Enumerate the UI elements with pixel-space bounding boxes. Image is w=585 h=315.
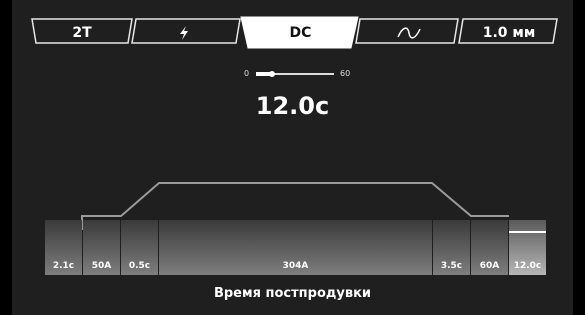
tab-dc-label: DC	[289, 25, 312, 41]
segment-prepurge[interactable]: 2.1с	[45, 220, 82, 275]
segment-downslope[interactable]: 3.5с	[433, 220, 470, 275]
tab-2t-label: 2T	[72, 25, 92, 41]
segment-postpurge[interactable]: 12.0с	[509, 220, 546, 275]
segment-end-current[interactable]: 60A	[471, 220, 508, 275]
lightning-icon	[180, 26, 188, 40]
current-value: 12.0с	[255, 92, 330, 120]
slider-knob[interactable]	[269, 71, 275, 77]
slider-track	[256, 71, 334, 77]
parameter-name: Время постпродувки	[213, 286, 372, 301]
value-slider[interactable]: 0 60	[244, 68, 364, 82]
sine-wave-icon	[397, 27, 421, 39]
segment-start-current[interactable]: 50A	[83, 220, 120, 275]
segment-weld-current[interactable]: 304A	[159, 220, 432, 275]
postpurge-level-mark	[509, 231, 546, 233]
segment-upslope[interactable]: 0.5с	[121, 220, 158, 275]
welding-screen: 2T DC 1.0 мм 0 60 12.0с 2.1с 50A 0.5с 30…	[12, 0, 573, 315]
slider-max-label: 60	[340, 69, 351, 78]
tab-wire-diameter-label: 1.0 мм	[482, 25, 536, 41]
slider-min-label: 0	[244, 69, 250, 78]
